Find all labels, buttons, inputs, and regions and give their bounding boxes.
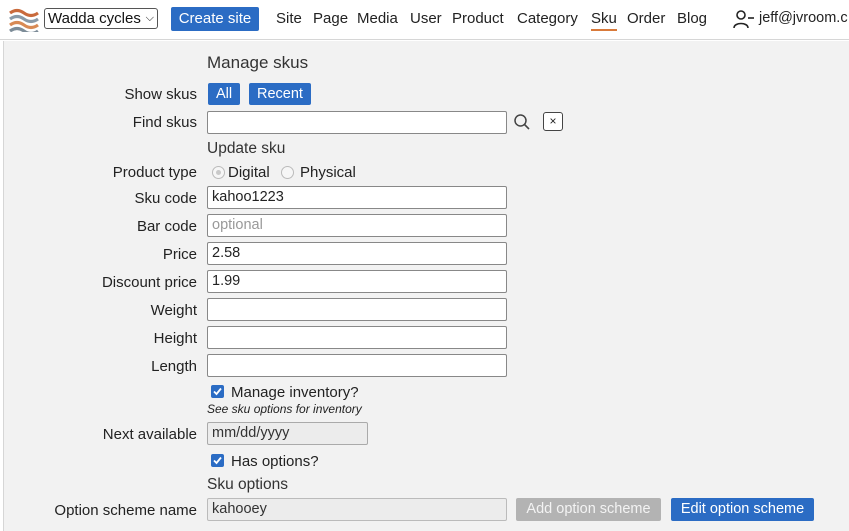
search-icon[interactable] [513,113,531,131]
show-all-button[interactable]: All [208,83,241,105]
product-type-label: Product type [112,164,197,181]
show-recent-button[interactable]: Recent [249,83,311,105]
edit-option-scheme-button[interactable]: Edit option scheme [671,498,814,521]
weight-input[interactable] [207,298,507,321]
find-skus-label: Find skus [132,114,197,131]
top-bar: Wadda cycles ⌵ Create site Site Page Med… [0,0,849,40]
sku-code-input[interactable]: kahoo1223 [207,186,507,209]
physical-radio[interactable] [281,166,294,179]
bar-code-input[interactable]: optional [207,214,507,237]
page-title: Manage skus [207,53,309,72]
inventory-hint: See sku options for inventory [207,402,362,416]
nav-category[interactable]: Category [517,10,578,27]
user-email[interactable]: jeff@jvroom.c [759,10,848,26]
weight-label: Weight [150,302,197,319]
length-input[interactable] [207,354,507,377]
add-option-scheme-button[interactable]: Add option scheme [516,498,661,521]
nav-blog[interactable]: Blog [677,10,707,27]
next-available-label: Next available [102,426,197,443]
manage-inventory-label: Manage inventory? [231,384,359,401]
option-scheme-input[interactable]: kahooey [207,498,507,521]
checkmark-icon [213,387,222,396]
height-input[interactable] [207,326,507,349]
sku-code-label: Sku code [134,190,197,207]
physical-radio-label: Physical [300,164,356,181]
nav-page[interactable]: Page [313,10,348,27]
chevron-down-icon: ⌵ [145,12,154,24]
price-label: Price [162,246,197,263]
nav-order[interactable]: Order [627,10,665,27]
nav-sku[interactable]: Sku [591,10,617,31]
discount-price-label: Discount price [101,274,197,291]
has-options-checkbox[interactable] [211,454,224,467]
clear-search-button[interactable]: × [543,112,563,131]
user-logout-icon[interactable] [733,9,755,29]
stacked-waves-logo[interactable] [9,8,39,32]
nav-user[interactable]: User [410,10,442,27]
next-available-date-input[interactable]: mm/dd/yyyy [207,422,368,445]
manage-inventory-checkbox[interactable] [211,385,224,398]
checkmark-icon [213,456,222,465]
nav-site[interactable]: Site [276,10,302,27]
digital-radio[interactable] [212,166,225,179]
option-scheme-label: Option scheme name [54,502,197,519]
has-options-label: Has options? [231,453,319,470]
height-label: Height [153,330,197,347]
nav-product[interactable]: Product [452,10,504,27]
show-skus-label: Show skus [124,86,197,103]
bar-code-label: Bar code [136,218,197,235]
site-select[interactable]: Wadda cycles ⌵ [44,8,158,29]
find-skus-input[interactable] [207,111,507,134]
site-select-value: Wadda cycles [48,10,141,27]
price-input[interactable]: 2.58 [207,242,507,265]
nav-media[interactable]: Media [357,10,398,27]
create-site-button[interactable]: Create site [171,7,259,31]
sku-options-heading: Sku options [207,476,288,493]
length-label: Length [151,358,197,375]
discount-price-input[interactable]: 1.99 [207,270,507,293]
update-sku-heading: Update sku [207,140,286,157]
digital-radio-label: Digital [228,164,270,181]
